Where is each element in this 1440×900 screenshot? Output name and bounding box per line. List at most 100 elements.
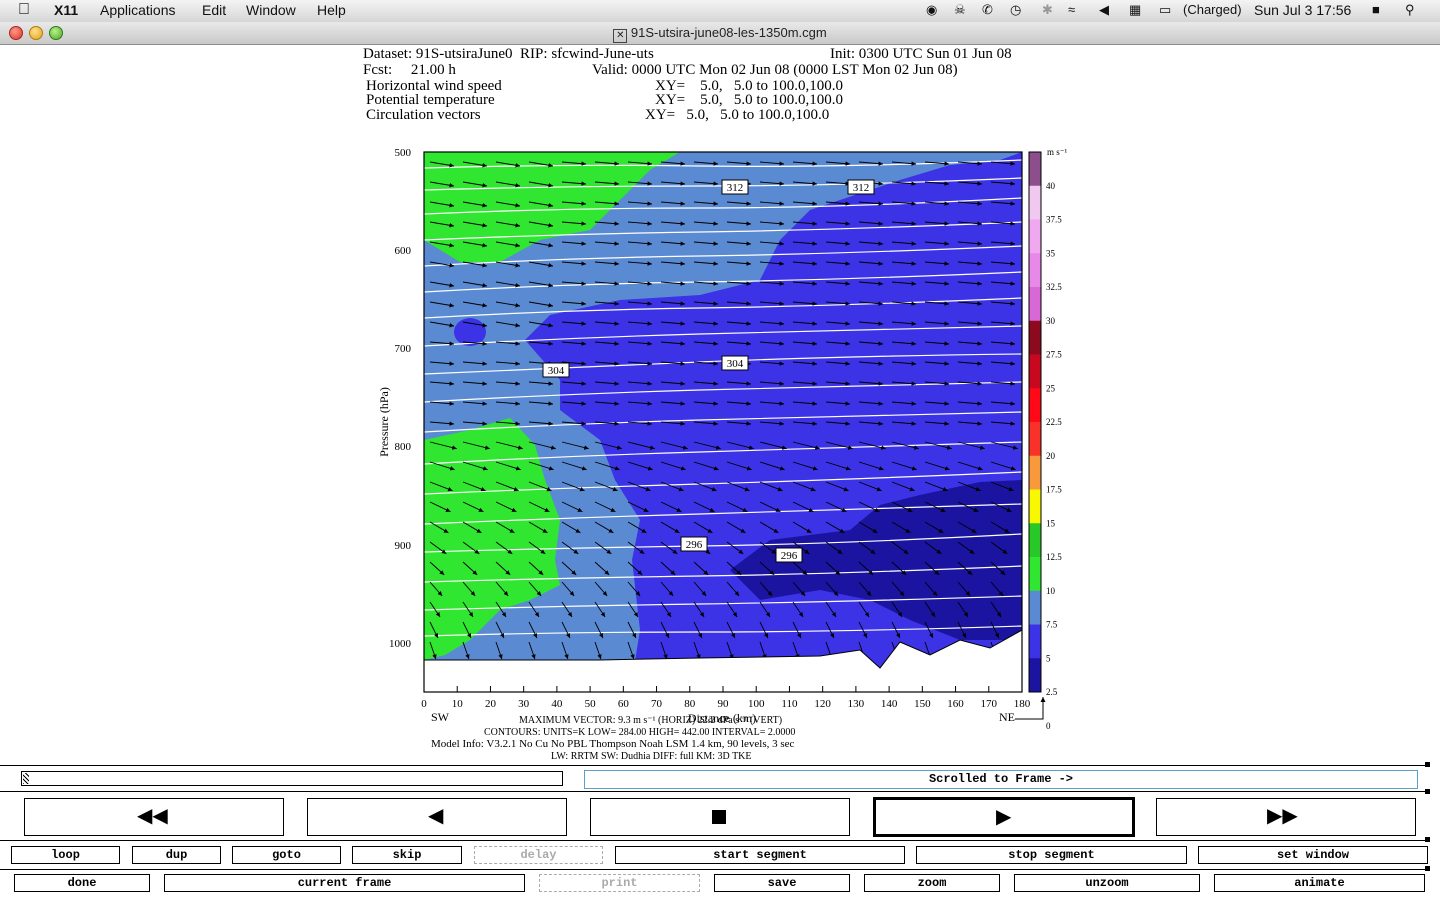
delay-button[interactable]: delay xyxy=(474,846,603,864)
user-icon[interactable]: ■ xyxy=(1372,2,1380,17)
x-tick-label: 130 xyxy=(848,698,865,710)
plot-footer: MAXIMUM VECTOR: 9.3 m s⁻¹ (HORIZ) 22.2 d… xyxy=(431,715,795,762)
x-tick-label: 70 xyxy=(651,698,663,710)
footer-physics: LW: RRTM SW: Dudhia DIFF: full KM: 3D TK… xyxy=(551,751,752,762)
zoom-button[interactable]: zoom xyxy=(864,874,1000,892)
colorbar-swatch xyxy=(1029,354,1041,389)
resize-handle[interactable] xyxy=(1425,789,1430,794)
spotlight-search-icon[interactable]: ⚲ xyxy=(1405,2,1415,18)
x-tick-label: 150 xyxy=(914,698,931,710)
resize-handle[interactable] xyxy=(1425,837,1430,842)
stop-button[interactable] xyxy=(590,798,850,836)
colorbar-label: 7.5 xyxy=(1046,620,1058,630)
stop-icon xyxy=(712,810,726,824)
menu-edit[interactable]: Edit xyxy=(202,2,226,18)
print-button[interactable]: print xyxy=(539,874,700,892)
colorbar-label: 30 xyxy=(1046,316,1056,326)
calendar-icon[interactable]: ▦ xyxy=(1129,2,1141,18)
separator xyxy=(0,869,1430,870)
stop-segment-button[interactable]: stop segment xyxy=(916,846,1187,864)
y-tick-label: 800 xyxy=(395,441,412,453)
apple-menu-icon[interactable]:  xyxy=(18,1,30,19)
colorbar-label: 10 xyxy=(1046,586,1056,596)
colorbar-swatch xyxy=(1029,489,1041,524)
rewind-icon: ◀◀ xyxy=(137,805,168,827)
unzoom-button[interactable]: unzoom xyxy=(1014,874,1200,892)
colorbar-swatch xyxy=(1029,658,1041,693)
x11-window-icon: ✕ xyxy=(613,29,628,43)
goto-button[interactable]: goto xyxy=(232,846,341,864)
colorbar-label: 27.5 xyxy=(1046,350,1062,360)
footer-contours: CONTOURS: UNITS=K LOW= 284.00 HIGH= 442.… xyxy=(484,727,795,738)
colorbar-label: 25 xyxy=(1046,383,1056,393)
colorbar-swatch xyxy=(1029,388,1041,423)
colorbar-label: 37.5 xyxy=(1046,215,1062,225)
status-icon-a[interactable]: ◉ xyxy=(926,2,937,18)
fast-forward-button[interactable]: ▶▶ xyxy=(1156,798,1416,836)
phone-icon[interactable]: ✆ xyxy=(982,2,993,18)
colorbar-swatch xyxy=(1029,219,1041,254)
x-tick-label: 160 xyxy=(947,698,964,710)
x-tick-label: 180 xyxy=(1014,698,1031,710)
time-machine-icon[interactable]: ◷ xyxy=(1010,2,1021,18)
y-tick-label: 1000 xyxy=(389,638,412,650)
colorbar-label: 20 xyxy=(1046,451,1056,461)
colorbar-swatch xyxy=(1029,455,1041,490)
volume-icon[interactable]: ◀ xyxy=(1099,2,1109,18)
scrollbar-thumb[interactable] xyxy=(23,773,29,784)
contour-label: 312 xyxy=(727,182,744,194)
cross-section-plot: 312 312 304 304 296 296 500 600 700 800 … xyxy=(377,147,1068,762)
x-tick-label: 140 xyxy=(881,698,898,710)
loop-button[interactable]: loop xyxy=(11,846,120,864)
status-icon-b[interactable]: ☠ xyxy=(954,2,966,18)
colorbar-swatch xyxy=(1029,422,1041,457)
status-field: Scrolled to Frame -> xyxy=(584,770,1418,789)
done-button[interactable]: done xyxy=(14,874,150,892)
start-segment-button[interactable]: start segment xyxy=(615,846,905,864)
contour-label: 296 xyxy=(781,550,798,562)
footer-model-info: Model Info: V3.2.1 No Cu No PBL Thompson… xyxy=(431,738,795,750)
y-tick-label: 900 xyxy=(395,540,412,552)
battery-status[interactable]: (Charged) xyxy=(1183,2,1242,17)
clock[interactable]: Sun Jul 3 17:56 xyxy=(1254,2,1351,18)
status-text: Scrolled to Frame -> xyxy=(928,772,1074,786)
y-axis-label: Pressure (hPa) xyxy=(377,387,391,457)
colorbar-label: 32.5 xyxy=(1046,282,1062,292)
current-frame-button[interactable]: current frame xyxy=(164,874,525,892)
set-window-button[interactable]: set window xyxy=(1198,846,1428,864)
menu-applications[interactable]: Applications xyxy=(100,2,176,18)
skip-button[interactable]: skip xyxy=(352,846,462,864)
menu-help[interactable]: Help xyxy=(317,2,346,18)
wifi-icon[interactable]: ≈ xyxy=(1068,2,1075,17)
x-tick-label: 100 xyxy=(748,698,765,710)
dup-button[interactable]: dup xyxy=(132,846,221,864)
x-tick-label: 110 xyxy=(781,698,798,710)
x-tick-label: 30 xyxy=(518,698,530,710)
resize-handle[interactable] xyxy=(1425,762,1430,767)
menu-window[interactable]: Window xyxy=(246,2,296,18)
fast-forward-icon: ▶▶ xyxy=(1267,805,1298,827)
app-menu[interactable]: X11 xyxy=(54,2,78,18)
save-button[interactable]: save xyxy=(714,874,850,892)
battery-icon[interactable]: ▭ xyxy=(1159,2,1171,18)
colorbar-swatch xyxy=(1029,253,1041,288)
colorbar-swatch xyxy=(1029,624,1041,659)
play-button[interactable]: ▶ xyxy=(873,797,1135,837)
rewind-button[interactable]: ◀◀ xyxy=(24,798,284,836)
x-tick-label: 90 xyxy=(718,698,730,710)
step-back-button[interactable]: ◀ xyxy=(307,798,567,836)
animate-button[interactable]: animate xyxy=(1214,874,1425,892)
separator xyxy=(0,840,1430,841)
colorbar: 40 37.5 35 32.5 30 27.5 25 22.5 20 17.5 15 12.5 10 7.… xyxy=(1028,151,1062,731)
x-tick-label: 50 xyxy=(585,698,597,710)
right-endpoint-label: NE xyxy=(999,710,1015,724)
colorbar-label: 2.5 xyxy=(1046,687,1058,697)
bluetooth-icon[interactable]: ✱ xyxy=(1042,2,1053,18)
x-tick-label: 170 xyxy=(981,698,998,710)
colorbar-label: 22.5 xyxy=(1046,417,1062,427)
frame-scrollbar[interactable] xyxy=(21,771,563,786)
contour-label: 296 xyxy=(686,539,703,551)
y-tick-label: 700 xyxy=(395,343,412,355)
x-tick-label: 80 xyxy=(684,698,696,710)
x-tick-label: 20 xyxy=(485,698,497,710)
